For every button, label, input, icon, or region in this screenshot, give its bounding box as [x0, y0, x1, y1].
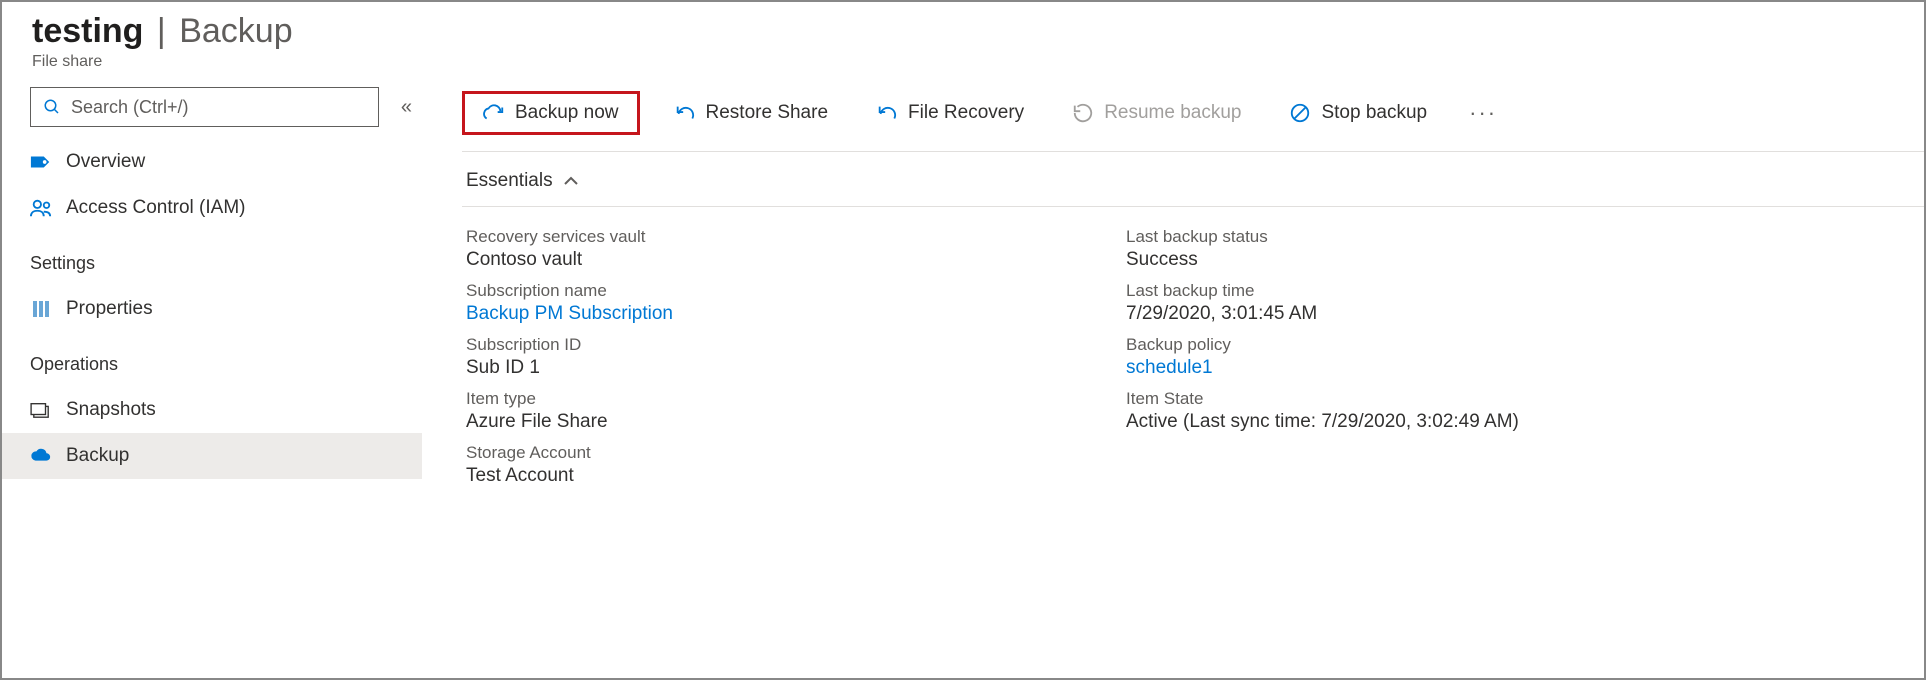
backup-now-icon	[483, 102, 505, 124]
field-last-backup-time: Last backup time 7/29/2020, 3:01:45 AM	[1126, 281, 1726, 325]
toolbar: Backup now Restore Share File Recovery	[462, 79, 1924, 152]
sidebar: « Overview Access Control (IAM) Settings	[2, 79, 422, 678]
essentials-column-left: Recovery services vault Contoso vault Su…	[466, 227, 1066, 497]
field-label: Item State	[1126, 389, 1726, 409]
refresh-icon	[1072, 102, 1094, 124]
field-label: Subscription name	[466, 281, 1066, 301]
chevron-up-icon	[563, 175, 579, 187]
field-label: Backup policy	[1126, 335, 1726, 355]
file-recovery-button[interactable]: File Recovery	[862, 96, 1038, 130]
field-storage-account: Storage Account Test Account	[466, 443, 1066, 487]
backup-now-button[interactable]: Backup now	[462, 91, 640, 135]
field-label: Last backup time	[1126, 281, 1726, 301]
sidebar-group-settings: Settings	[24, 231, 422, 286]
button-label: File Recovery	[908, 102, 1024, 124]
snapshot-icon	[30, 399, 52, 421]
field-backup-policy: Backup policy schedule1	[1126, 335, 1726, 379]
backup-policy-link[interactable]: schedule1	[1126, 357, 1213, 378]
sidebar-item-access-control[interactable]: Access Control (IAM)	[24, 185, 422, 231]
resource-name: testing	[32, 12, 143, 50]
field-value: Active (Last sync time: 7/29/2020, 3:02:…	[1126, 411, 1726, 433]
essentials-column-right: Last backup status Success Last backup t…	[1126, 227, 1726, 497]
field-recovery-vault: Recovery services vault Contoso vault	[466, 227, 1066, 271]
collapse-sidebar-button[interactable]: «	[397, 92, 416, 123]
tag-icon	[30, 151, 52, 173]
sidebar-item-snapshots[interactable]: Snapshots	[24, 387, 422, 433]
page-title: testing | Backup	[32, 12, 1894, 51]
nav-list: Overview Access Control (IAM) Settings P…	[24, 139, 422, 479]
people-icon	[30, 197, 52, 219]
essentials-panel: Recovery services vault Contoso vault Su…	[462, 206, 1924, 497]
field-value: 7/29/2020, 3:01:45 AM	[1126, 303, 1726, 325]
field-value: Sub ID 1	[466, 357, 1066, 379]
page-header: testing | Backup File share	[2, 2, 1924, 79]
field-last-backup-status: Last backup status Success	[1126, 227, 1726, 271]
search-input-wrapper[interactable]	[30, 87, 379, 127]
restore-share-button[interactable]: Restore Share	[660, 96, 843, 130]
sidebar-search-row: «	[24, 79, 422, 139]
essentials-heading: Essentials	[466, 170, 553, 192]
page-root: testing | Backup File share «	[2, 2, 1924, 678]
more-actions-button[interactable]: ···	[1461, 96, 1505, 130]
field-subscription-name: Subscription name Backup PM Subscription	[466, 281, 1066, 325]
main-content: Backup now Restore Share File Recovery	[422, 79, 1924, 678]
undo-icon	[674, 102, 696, 124]
button-label: Backup now	[515, 102, 619, 124]
undo-icon	[876, 102, 898, 124]
sidebar-group-operations: Operations	[24, 332, 422, 387]
search-icon	[41, 96, 63, 118]
field-value: Success	[1126, 249, 1726, 271]
properties-icon	[30, 298, 52, 320]
field-label: Last backup status	[1126, 227, 1726, 247]
page-body: « Overview Access Control (IAM) Settings	[2, 79, 1924, 678]
sidebar-item-label: Overview	[66, 151, 145, 173]
resource-type: File share	[32, 53, 1894, 71]
essentials-toggle[interactable]: Essentials	[462, 152, 1924, 206]
button-label: Resume backup	[1104, 102, 1241, 124]
page-name: Backup	[179, 12, 292, 50]
sidebar-item-label: Access Control (IAM)	[66, 197, 245, 219]
title-separator: |	[157, 12, 166, 50]
button-label: Stop backup	[1321, 102, 1427, 124]
field-label: Recovery services vault	[466, 227, 1066, 247]
resume-backup-button: Resume backup	[1058, 96, 1255, 130]
field-value: Contoso vault	[466, 249, 1066, 271]
field-item-type: Item type Azure File Share	[466, 389, 1066, 433]
stop-backup-button[interactable]: Stop backup	[1275, 96, 1441, 130]
sidebar-item-label: Backup	[66, 445, 129, 467]
sidebar-item-properties[interactable]: Properties	[24, 286, 422, 332]
button-label: Restore Share	[706, 102, 829, 124]
field-label: Storage Account	[466, 443, 1066, 463]
field-item-state: Item State Active (Last sync time: 7/29/…	[1126, 389, 1726, 433]
sidebar-item-label: Properties	[66, 298, 153, 320]
sidebar-item-label: Snapshots	[66, 399, 156, 421]
search-input[interactable]	[71, 97, 368, 118]
field-value: Azure File Share	[466, 411, 1066, 433]
subscription-link[interactable]: Backup PM Subscription	[466, 303, 673, 324]
field-label: Subscription ID	[466, 335, 1066, 355]
field-subscription-id: Subscription ID Sub ID 1	[466, 335, 1066, 379]
field-value: Test Account	[466, 465, 1066, 487]
sidebar-item-overview[interactable]: Overview	[24, 139, 422, 185]
prohibit-icon	[1289, 102, 1311, 124]
cloud-backup-icon	[30, 445, 52, 467]
field-label: Item type	[466, 389, 1066, 409]
sidebar-item-backup[interactable]: Backup	[2, 433, 422, 479]
